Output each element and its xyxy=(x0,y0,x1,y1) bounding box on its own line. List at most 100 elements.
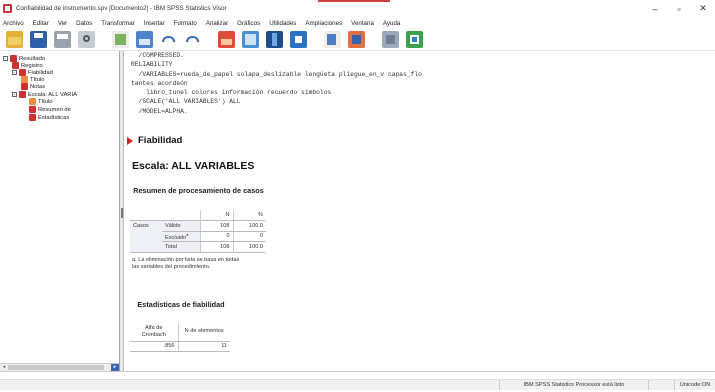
tree-item-fiabilidad[interactable]: − Fiabilidad xyxy=(3,69,53,76)
syntax-line: libro_tunel colores información recuerdo… xyxy=(131,89,332,97)
menu-analizar[interactable]: Analizar xyxy=(206,20,228,27)
stop-icon[interactable] xyxy=(406,31,423,48)
case-table-footnote: a. La eliminación por lista se basa en t… xyxy=(132,257,240,270)
close-button[interactable]: ✕ xyxy=(691,0,715,17)
status-bar: IBM SPSS Statistics Processor está listo… xyxy=(0,371,715,392)
tree-item-resumen[interactable]: Resumen de xyxy=(29,106,71,113)
reliability-table[interactable]: Alfa de Cronbach N de elementos .856 11 xyxy=(130,323,230,352)
cell-elementos-value: 11 xyxy=(177,341,230,352)
tree-item-registro[interactable]: Registro xyxy=(12,62,43,69)
maximize-button[interactable]: ▫ xyxy=(667,0,691,17)
tree-item-estadisticas[interactable]: Estadísticas xyxy=(29,114,69,121)
menu-datos[interactable]: Datos xyxy=(76,20,92,27)
menu-graficos[interactable]: Gráficos xyxy=(237,20,260,27)
variables-icon[interactable] xyxy=(290,31,307,48)
cell-valido-pct: 100.0 xyxy=(232,220,266,232)
open-icon[interactable] xyxy=(6,31,23,48)
menu-bar: Archivo Editar Ver Datos Transformar Ins… xyxy=(0,17,715,29)
title-bar: Confiabilidad de instrumento.spv [Docume… xyxy=(0,0,715,17)
cell-excluido-n: 0 xyxy=(199,231,233,242)
cell-excluido-pct: 0 xyxy=(232,231,266,242)
syntax-line: /SCALE('ALL VARIABLES') ALL xyxy=(131,98,241,106)
procedure-icon xyxy=(19,69,26,76)
table-icon xyxy=(29,114,36,121)
row-group-label: Casos xyxy=(130,220,162,231)
designate-window-icon[interactable] xyxy=(348,31,365,48)
recall-dialog-icon[interactable] xyxy=(136,31,153,48)
tree-item-escala[interactable]: − Escala: ALL VARIA xyxy=(12,91,77,98)
insert-output-icon[interactable] xyxy=(324,31,341,48)
scroll-left-icon[interactable]: ◂ xyxy=(0,364,8,371)
undo-icon[interactable] xyxy=(160,31,177,48)
menu-transformar[interactable]: Transformar xyxy=(101,20,134,27)
collapse-icon[interactable]: − xyxy=(12,92,17,97)
scale-title: Escala: ALL VARIABLES xyxy=(132,160,255,172)
window-title: Confiabilidad de instrumento.spv [Docume… xyxy=(16,5,227,12)
output-icon xyxy=(10,55,17,62)
title-icon xyxy=(21,76,28,83)
cell-alfa-value: .856 xyxy=(130,341,178,352)
goto-variable-icon[interactable] xyxy=(266,31,283,48)
goto-case-icon[interactable] xyxy=(242,31,259,48)
tree-item-titulo-escala[interactable]: Título xyxy=(29,98,53,105)
export-icon[interactable] xyxy=(112,31,129,48)
syntax-line: RELIABILITY xyxy=(131,61,173,69)
log-icon xyxy=(12,62,19,69)
menu-archivo[interactable]: Archivo xyxy=(3,20,24,27)
tree-scroll-thumb[interactable] xyxy=(8,365,104,370)
collapse-icon[interactable]: − xyxy=(3,56,8,61)
spss-app-icon xyxy=(3,4,12,13)
case-table-title: Resumen de procesamiento de casos xyxy=(133,186,264,195)
menu-insertar[interactable]: Insertar xyxy=(144,20,165,27)
menu-ver[interactable]: Ver xyxy=(58,20,67,27)
menu-editar[interactable]: Editar xyxy=(33,20,49,27)
row-label-total: Total xyxy=(162,241,200,253)
tree-item-resultado[interactable]: − Resultado xyxy=(3,55,45,62)
title-accent-bar xyxy=(318,0,390,2)
tree-horizontal-scrollbar[interactable]: ◂ ▸ xyxy=(0,363,119,371)
footnote-marker: a xyxy=(186,231,189,237)
print-preview-icon[interactable] xyxy=(78,31,95,48)
processor-status: IBM SPSS Statistics Processor está listo xyxy=(499,380,649,390)
table-icon xyxy=(29,106,36,113)
save-icon[interactable] xyxy=(30,31,47,48)
row-label-valido: Válido xyxy=(162,220,200,232)
case-processing-table[interactable]: N % Casos Válido 108 100.0 Excluidoa 0 0… xyxy=(130,210,266,253)
scroll-right-icon[interactable]: ▸ xyxy=(111,364,119,371)
collapse-icon[interactable]: − xyxy=(12,70,17,75)
row-label-excluido: Excluidoa xyxy=(162,231,200,242)
cell-valido-n: 108 xyxy=(199,220,233,232)
menu-ventana[interactable]: Ventana xyxy=(351,20,374,27)
tree-item-titulo[interactable]: Título xyxy=(21,76,45,83)
section-heading: Fiabilidad xyxy=(125,135,182,146)
cell-total-pct: 100.0 xyxy=(232,241,266,253)
menu-ampliaciones[interactable]: Ampliaciones xyxy=(305,20,342,27)
syntax-block: /COMPRESSED. RELIABILITY /VARIABLES=rueda… xyxy=(131,51,422,116)
redo-icon[interactable] xyxy=(184,31,201,48)
syntax-line: /VARIABLES=rueda_de_papel solapa_desliza… xyxy=(131,70,422,78)
reliability-table-title: Estadísticas de fiabilidad xyxy=(137,300,225,309)
syntax-line: /MODEL=ALPHA. xyxy=(131,107,188,115)
col-header-alfa: Alfa de Cronbach xyxy=(130,323,178,342)
splitter-grip[interactable] xyxy=(121,208,123,218)
run-icon[interactable] xyxy=(382,31,399,48)
menu-utilidades[interactable]: Utilidades xyxy=(269,20,296,27)
menu-ayuda[interactable]: Ayuda xyxy=(383,20,400,27)
syntax-line: tantes acordeón xyxy=(131,79,188,87)
title-icon xyxy=(29,98,36,105)
syntax-line: /COMPRESSED. xyxy=(131,52,184,59)
outline-tree[interactable]: − Resultado Registro − Fiabilidad Título… xyxy=(0,51,120,371)
col-header-pct: % xyxy=(232,210,266,221)
col-header-elementos: N de elementos xyxy=(177,323,230,342)
print-icon[interactable] xyxy=(54,31,71,48)
goto-data-icon[interactable] xyxy=(218,31,235,48)
unicode-status: Unicode:ON xyxy=(674,380,715,390)
minimize-button[interactable]: – xyxy=(643,0,667,17)
procedure-icon xyxy=(19,91,26,98)
tree-item-notas[interactable]: Notas xyxy=(21,83,45,90)
cell-total-n: 108 xyxy=(199,241,233,253)
menu-formato[interactable]: Formato xyxy=(174,20,197,27)
notes-icon xyxy=(21,83,28,90)
red-arrow-icon xyxy=(127,136,133,145)
section-title: Fiabilidad xyxy=(138,135,183,146)
